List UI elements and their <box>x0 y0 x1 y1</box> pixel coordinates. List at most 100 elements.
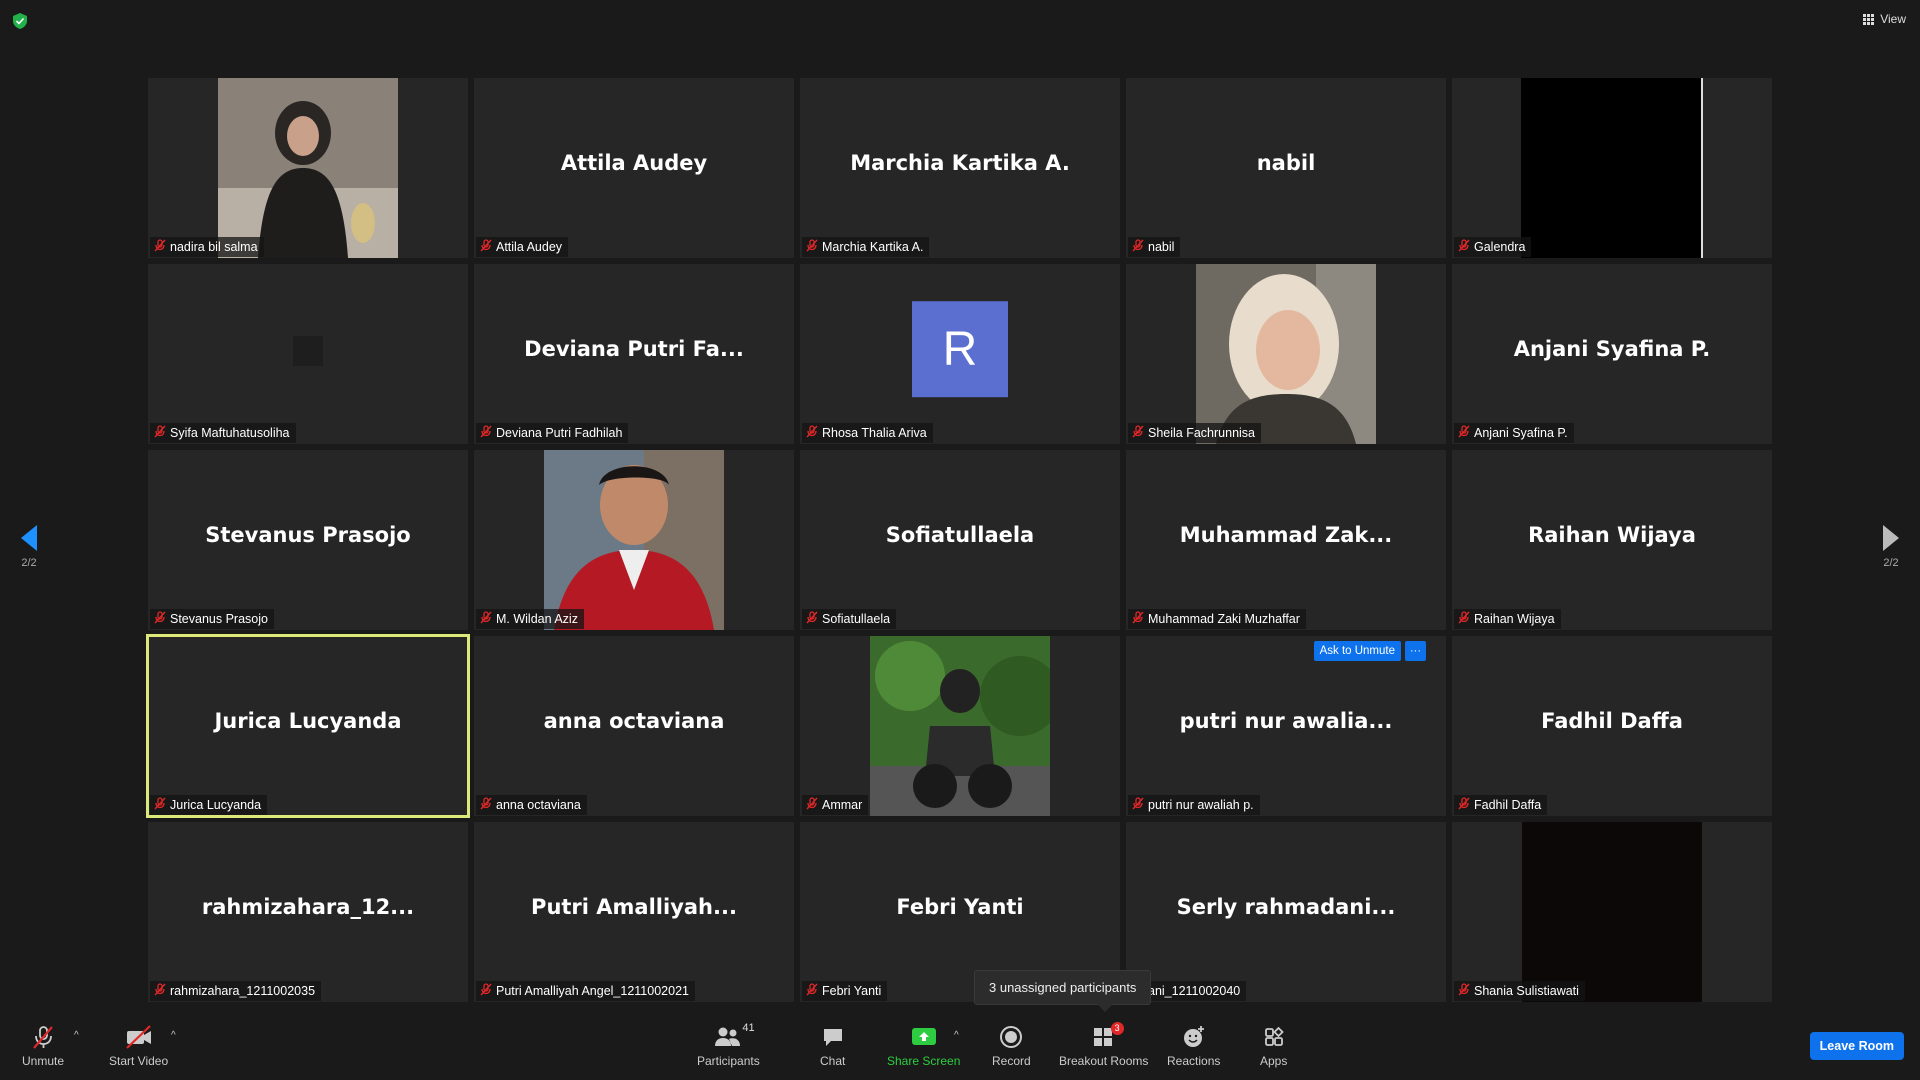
participant-video <box>218 78 398 258</box>
participant-name: Shania Sulistiawati <box>1474 984 1579 998</box>
participant-video <box>870 636 1050 816</box>
participant-display-name: putri nur awalia... <box>1179 709 1393 733</box>
start-video-label: Start Video <box>109 1054 169 1068</box>
chat-button[interactable]: Chat <box>820 1024 845 1068</box>
mic-muted-icon <box>1132 425 1144 441</box>
video-options-caret[interactable]: ^ <box>171 1030 176 1041</box>
participant-tile[interactable]: Putri Amalliyah... Putri Amalliyah Angel_… <box>474 822 794 1002</box>
chat-bubble-icon <box>821 1024 845 1050</box>
mic-muted-icon <box>480 983 492 999</box>
participant-tile[interactable]: nabil nabil <box>1126 78 1446 258</box>
participant-tile[interactable]: anna octaviana anna octaviana <box>474 636 794 816</box>
participant-name-tag: Deviana Putri Fadhilah <box>476 423 629 443</box>
participant-name-tag: Sofiatullaela <box>802 609 897 629</box>
participant-name-tag: Ammar <box>802 795 869 815</box>
breakout-badge: 3 <box>1110 1022 1124 1035</box>
participant-display-name: nabil <box>1256 151 1316 175</box>
more-options-button[interactable]: ··· <box>1405 641 1426 661</box>
audio-options-caret[interactable]: ^ <box>74 1030 79 1041</box>
participant-tile[interactable]: nadira bil salma <box>148 78 468 258</box>
breakout-rooms-button[interactable]: 3 Breakout Rooms <box>1059 1022 1148 1068</box>
participant-display-name: Fadhil Daffa <box>1541 709 1683 733</box>
participants-button[interactable]: 41 Participants <box>697 1022 760 1068</box>
participant-name: Sheila Fachrunnisa <box>1148 426 1256 440</box>
participant-name-tag: nabil <box>1128 237 1181 257</box>
participant-display-name: Deviana Putri Fa... <box>524 337 744 361</box>
participant-display-name: Sofiatullaela <box>885 523 1035 547</box>
participant-tile[interactable]: Marchia Kartika A. Marchia Kartika A. <box>800 78 1120 258</box>
previous-page-button[interactable]: 2/2 <box>14 525 44 569</box>
next-page-button[interactable]: 2/2 <box>1876 525 1906 569</box>
participant-name-tag: Jurica Lucyanda <box>150 795 268 815</box>
participant-tile[interactable]: Anjani Syafina P. Anjani Syafina P. <box>1452 264 1772 444</box>
share-options-caret[interactable]: ^ <box>954 1030 959 1041</box>
mic-muted-icon <box>806 797 818 813</box>
smiley-plus-icon <box>1182 1024 1206 1050</box>
mic-muted-icon <box>1458 797 1470 813</box>
participant-display-name: Serly rahmadani... <box>1176 895 1396 919</box>
participant-name: Raihan Wijaya <box>1474 612 1555 626</box>
reactions-button[interactable]: Reactions <box>1167 1024 1220 1068</box>
mic-muted-icon <box>480 425 492 441</box>
participant-tile[interactable]: Galendra <box>1452 78 1772 258</box>
unmute-button[interactable]: Unmute <box>22 1024 64 1068</box>
participant-tile[interactable]: Shania Sulistiawati <box>1452 822 1772 1002</box>
participant-tile[interactable]: Deviana Putri Fa... Deviana Putri Fadhila… <box>474 264 794 444</box>
participant-name: M. Wildan Aziz <box>496 612 578 626</box>
participant-name: Fadhil Daffa <box>1474 798 1542 812</box>
ask-to-unmute-button[interactable]: Ask to Unmute <box>1313 641 1401 661</box>
mic-muted-icon <box>1458 611 1470 627</box>
view-button[interactable]: View <box>1863 12 1906 26</box>
participant-name: Jurica Lucyanda <box>170 798 262 812</box>
participant-tile[interactable]: putri nur awalia... Ask to Unmute ··· putri… <box>1126 636 1446 816</box>
participant-tile[interactable]: Sheila Fachrunnisa <box>1126 264 1446 444</box>
participant-tile[interactable]: Serly rahmadani... ani_1211002040 <box>1126 822 1446 1002</box>
mic-muted-icon <box>806 425 818 441</box>
mic-muted-icon <box>154 611 166 627</box>
share-screen-button[interactable]: Share Screen <box>887 1024 960 1068</box>
participant-tile[interactable]: Raihan Wijaya Raihan Wijaya <box>1452 450 1772 630</box>
mic-muted-icon <box>154 425 166 441</box>
mic-muted-icon <box>480 797 492 813</box>
participant-tile[interactable]: Fadhil Daffa Fadhil Daffa <box>1452 636 1772 816</box>
participant-tile[interactable]: rahmizahara_12... rahmizahara_1211002035 <box>148 822 468 1002</box>
ask-unmute-group: Ask to Unmute ··· <box>1313 641 1426 661</box>
encryption-shield-icon[interactable] <box>13 13 27 29</box>
leave-room-button[interactable]: Leave Room <box>1809 1032 1904 1060</box>
profile-placeholder <box>293 336 323 366</box>
participant-tile[interactable]: Sofiatullaela Sofiatullaela <box>800 450 1120 630</box>
participant-name-tag: Marchia Kartika A. <box>802 237 930 257</box>
share-screen-label: Share Screen <box>887 1054 961 1068</box>
gallery-grid: nadira bil salma Attila Audey Attila Audey… <box>146 78 1772 1002</box>
participant-name: Stevanus Prasojo <box>170 612 268 626</box>
participant-video <box>1522 822 1702 1002</box>
participants-icon: 41 <box>714 1022 755 1050</box>
mic-muted-icon <box>1132 611 1144 627</box>
record-button[interactable]: Record <box>992 1024 1031 1068</box>
participant-tile[interactable]: M. Wildan Aziz <box>474 450 794 630</box>
apps-label: Apps <box>1260 1054 1288 1068</box>
participant-display-name: Stevanus Prasojo <box>205 523 411 547</box>
participant-display-name: Muhammad Zak... <box>1179 523 1393 547</box>
participant-tile[interactable]: Syifa Maftuhatusoliha <box>148 264 468 444</box>
participant-name-tag: Raihan Wijaya <box>1454 609 1561 629</box>
apps-button[interactable]: Apps <box>1260 1024 1287 1068</box>
participant-tile[interactable]: Attila Audey Attila Audey <box>474 78 794 258</box>
participant-name: Marchia Kartika A. <box>822 240 924 254</box>
participant-tile[interactable]: Jurica Lucyanda Jurica Lucyanda <box>146 634 470 818</box>
participant-name-tag: Febri Yanti <box>802 981 888 1001</box>
view-label: View <box>1880 12 1906 26</box>
participant-tile[interactable]: R Rhosa Thalia Ariva <box>800 264 1120 444</box>
mic-muted-icon <box>1458 425 1470 441</box>
participant-display-name: Marchia Kartika A. <box>850 151 1070 175</box>
participant-tile[interactable]: Ammar <box>800 636 1120 816</box>
reactions-label: Reactions <box>1167 1054 1221 1068</box>
participant-name-tag: nadira bil salma <box>150 237 264 257</box>
participant-tile[interactable]: Muhammad Zak... Muhammad Zaki Muzhaffar <box>1126 450 1446 630</box>
participant-tile[interactable]: Stevanus Prasojo Stevanus Prasojo <box>148 450 468 630</box>
participant-video <box>544 450 724 630</box>
start-video-button[interactable]: Start Video <box>109 1024 168 1068</box>
participants-count: 41 <box>742 1022 755 1034</box>
video-camera-off-icon <box>124 1024 154 1050</box>
participant-name: Attila Audey <box>496 240 563 254</box>
